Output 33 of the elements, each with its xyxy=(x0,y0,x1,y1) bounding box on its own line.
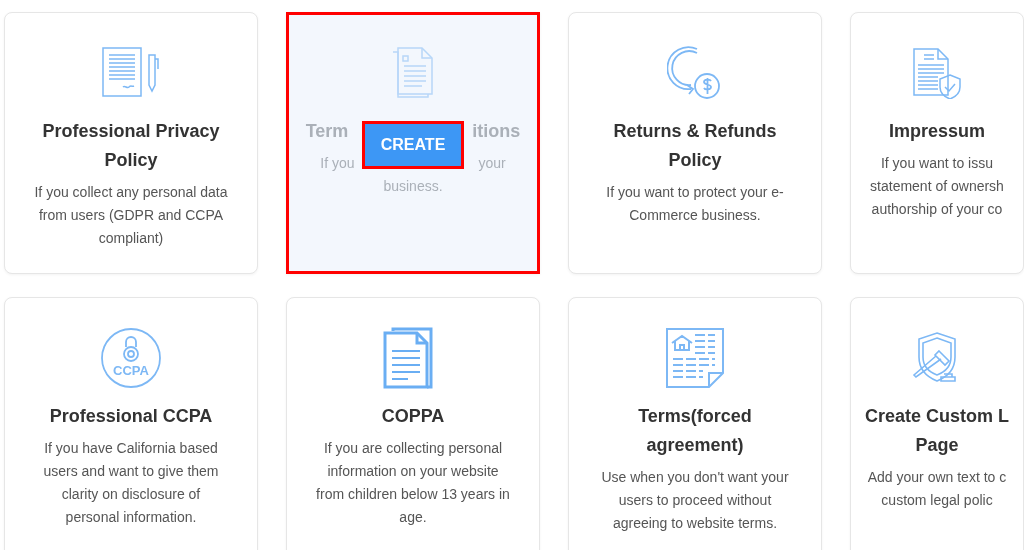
refund-icon xyxy=(667,45,723,101)
card-title: Professional CCPA xyxy=(49,405,213,428)
card-background[interactable]: COPPA If you are collecting personal information on your website from children below 13 years in age. xyxy=(286,297,540,550)
document-pen-icon xyxy=(101,47,161,99)
card-description: If you xyxy=(320,154,355,173)
card-background[interactable]: Create Custom L Page Add your own text to c custom legal polic xyxy=(850,297,1024,550)
house-document-icon xyxy=(665,327,725,389)
card-description: If you want to protect your e- Commerce business. xyxy=(606,183,784,225)
circle-lock-icon xyxy=(100,327,162,389)
card-background[interactable]: CCPA Professional CCPA If you have California based users and want to give them clarity on disclosure of personal information. xyxy=(4,297,258,550)
card-title: Impressum xyxy=(888,120,985,143)
badge-label: CCPA xyxy=(112,363,150,378)
card-background[interactable]: Professional Privacy Policy If you collect any personal data from users (GDPR and CCPA compliant) xyxy=(4,12,258,274)
card-description: Use when you don't want your users to proceed without agreeing to website terms. xyxy=(601,468,789,533)
card-title: Term xyxy=(305,120,349,143)
card-description: business. xyxy=(383,177,443,196)
card-description: your xyxy=(478,154,506,173)
card-title: COPPA xyxy=(381,405,445,428)
card-background[interactable]: Returns & Refunds Policy If you want to protect your e- Commerce business. xyxy=(568,12,822,274)
card-description: If you want to issu statement of ownersh authorship of your co xyxy=(870,154,1004,219)
card-title: itions xyxy=(472,120,521,143)
card-description: Add your own text to c custom legal polic xyxy=(867,468,1007,510)
card-title: Create Custom L Page xyxy=(865,405,1009,457)
card-description: If you have California based users and want to give them clarity on disclosure of personal information. xyxy=(43,439,219,527)
card-description: If you are collecting personal information on your website from children below 13 years in age. xyxy=(316,439,510,527)
document-shield-icon xyxy=(912,47,962,99)
card-title: Returns & Refunds Policy xyxy=(613,120,777,172)
card-background[interactable]: Impressum If you want to issu statement of ownersh authorship of your co xyxy=(850,12,1024,274)
documents-icon xyxy=(390,47,436,99)
card-title: Terms(forced agreement) xyxy=(638,405,752,457)
card-description: If you collect any personal data from users (GDPR and CCPA compliant) xyxy=(34,183,228,248)
card-background[interactable]: Terms(forced agreement) Use when you don't want your users to proceed without agreeing to website terms. xyxy=(568,297,822,550)
card-title: Professional Privacy Policy xyxy=(42,120,220,172)
